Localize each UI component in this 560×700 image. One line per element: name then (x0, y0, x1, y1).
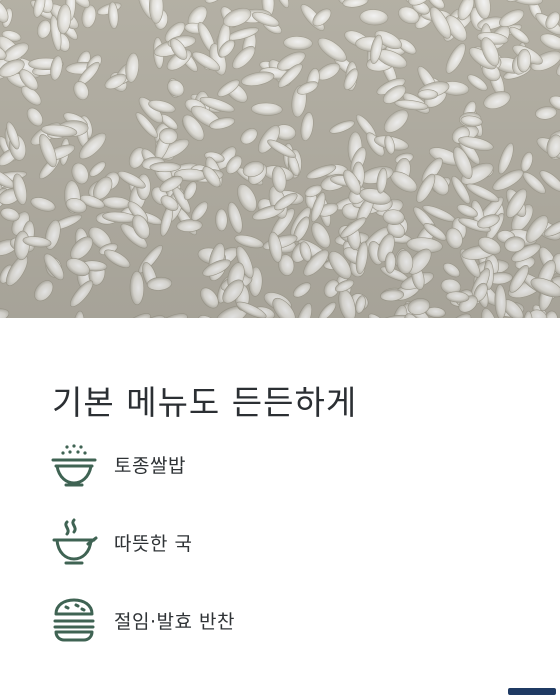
menu-item-side-dish: 절임·발효 반찬 (50, 596, 510, 644)
rice-texture (0, 0, 560, 318)
soup-bowl-icon (52, 518, 98, 565)
headline: 기본 메뉴도 든든하게 (52, 383, 358, 422)
burger-icon (53, 598, 95, 642)
menu-section: 기본 메뉴도 든든하게 토종쌀밥 따뜻한 국 절임·발효 반찬 (0, 318, 560, 700)
menu-item-rice: 토종쌀밥 (50, 440, 510, 488)
menu-item-label: 절임·발효 반찬 (114, 610, 235, 633)
menu-item-label: 토종쌀밥 (114, 454, 186, 477)
hero-rice-photo (0, 0, 560, 318)
menu-item-label: 따뜻한 국 (114, 532, 193, 555)
watermark-badge (508, 688, 556, 695)
menu-item-soup: 따뜻한 국 (50, 518, 510, 566)
rice-bowl-icon (51, 444, 97, 487)
